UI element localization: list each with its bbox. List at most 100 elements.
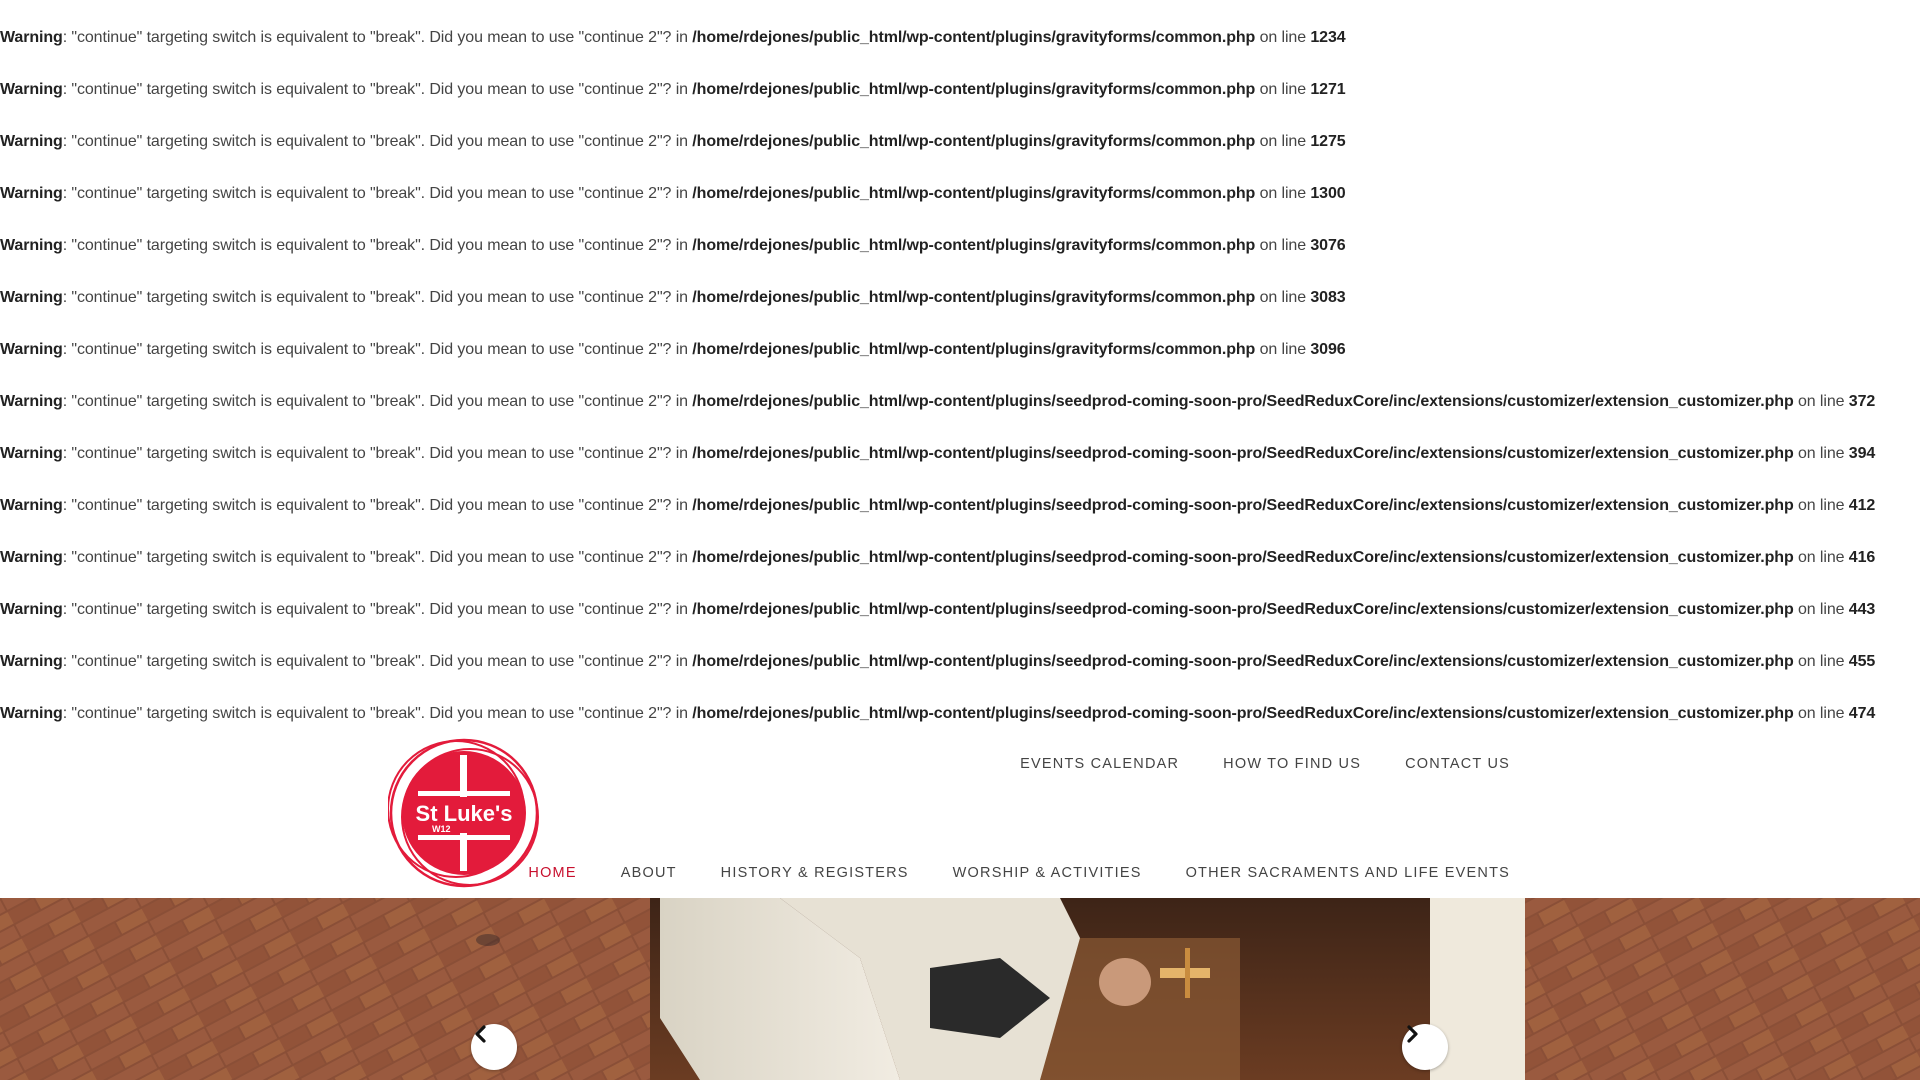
warning-line-number: 372 [1848,393,1876,410]
warning-message: : "continue" targeting switch is equival… [62,705,693,722]
warning-line-number: 1271 [1310,81,1346,98]
nav-other-sacraments[interactable]: OTHER SACRAMENTS AND LIFE EVENTS [1186,865,1510,881]
warning-file-path: /home/rdejones/public_html/wp-content/pl… [692,653,1794,670]
warning-on-line: on line [1793,601,1849,618]
warning-file-path: /home/rdejones/public_html/wp-content/pl… [692,549,1794,566]
warning-on-line: on line [1255,237,1311,254]
warning-line: Warning: "continue" targeting switch is … [0,182,1920,234]
warning-on-line: on line [1793,653,1849,670]
warning-file-path: /home/rdejones/public_html/wp-content/pl… [692,289,1256,306]
warning-line-number: 474 [1848,705,1876,722]
warning-on-line: on line [1255,133,1311,150]
warning-line: Warning: "continue" targeting switch is … [0,442,1920,494]
nav-contact-us[interactable]: CONTACT US [1405,756,1510,772]
warning-line: Warning: "continue" targeting switch is … [0,130,1920,182]
warning-line-number: 416 [1848,549,1876,566]
warning-message: : "continue" targeting switch is equival… [62,81,693,98]
warning-label: Warning [0,29,63,46]
warning-line-number: 412 [1848,497,1876,514]
warning-message: : "continue" targeting switch is equival… [62,185,693,202]
warning-on-line: on line [1255,341,1311,358]
warning-on-line: on line [1793,705,1849,722]
warning-line: Warning: "continue" targeting switch is … [0,650,1920,702]
warning-on-line: on line [1255,81,1311,98]
warning-message: : "continue" targeting switch is equival… [62,497,693,514]
warning-file-path: /home/rdejones/public_html/wp-content/pl… [692,341,1256,358]
nav-worship-activities[interactable]: WORSHIP & ACTIVITIES [953,865,1142,881]
nav-home[interactable]: HOME [528,865,576,881]
warning-message: : "continue" targeting switch is equival… [62,445,693,462]
st-lukes-logo-icon: St Luke's W12 [387,738,539,888]
warning-label: Warning [0,653,63,670]
warning-on-line: on line [1793,549,1849,566]
logo-text: St Luke's [416,801,513,826]
hero-slider [0,898,1920,1080]
warning-message: : "continue" targeting switch is equival… [62,133,693,150]
nav-about[interactable]: ABOUT [621,865,677,881]
warning-message: : "continue" targeting switch is equival… [62,601,693,618]
warning-line: Warning: "continue" targeting switch is … [0,234,1920,286]
warning-file-path: /home/rdejones/public_html/wp-content/pl… [692,497,1794,514]
warning-line: Warning: "continue" targeting switch is … [0,494,1920,546]
warning-message: : "continue" targeting switch is equival… [62,237,693,254]
warning-label: Warning [0,185,63,202]
warning-line: Warning: "continue" targeting switch is … [0,286,1920,338]
site-header: St Luke's W12 EVENTS CALENDAR HOW TO FIN… [0,728,1920,898]
nav-how-to-find-us[interactable]: HOW TO FIND US [1223,756,1361,772]
primary-nav: HOME ABOUT HISTORY & REGISTERS WORSHIP &… [528,865,1510,881]
warning-message: : "continue" targeting switch is equival… [62,341,693,358]
warning-on-line: on line [1255,29,1311,46]
warning-line: Warning: "continue" targeting switch is … [0,26,1920,78]
warning-label: Warning [0,289,63,306]
slider-next-button[interactable] [1402,1024,1448,1070]
warning-file-path: /home/rdejones/public_html/wp-content/pl… [692,29,1256,46]
warning-line-number: 1300 [1310,185,1346,202]
warning-label: Warning [0,705,63,722]
warning-on-line: on line [1793,497,1849,514]
warning-on-line: on line [1255,185,1311,202]
warning-file-path: /home/rdejones/public_html/wp-content/pl… [692,81,1256,98]
site-logo[interactable]: St Luke's W12 [387,737,540,889]
warning-file-path: /home/rdejones/public_html/wp-content/pl… [692,185,1256,202]
warning-label: Warning [0,133,63,150]
warning-label: Warning [0,601,63,618]
warning-line-number: 3076 [1310,237,1346,254]
warning-label: Warning [0,549,63,566]
warning-file-path: /home/rdejones/public_html/wp-content/pl… [692,445,1794,462]
warning-line: Warning: "continue" targeting switch is … [0,338,1920,390]
warning-line: Warning: "continue" targeting switch is … [0,390,1920,442]
warning-on-line: on line [1793,393,1849,410]
warning-line-number: 455 [1848,653,1876,670]
chevron-right-icon [1407,1025,1418,1043]
warning-line: Warning: "continue" targeting switch is … [0,78,1920,130]
warning-line-number: 1234 [1310,29,1346,46]
warning-label: Warning [0,341,63,358]
hero-image [0,898,1920,1080]
warning-message: : "continue" targeting switch is equival… [62,549,693,566]
warning-message: : "continue" targeting switch is equival… [62,393,693,410]
warning-line-number: 394 [1848,445,1876,462]
warning-file-path: /home/rdejones/public_html/wp-content/pl… [692,705,1794,722]
warning-line-number: 443 [1848,601,1876,618]
nav-events-calendar[interactable]: EVENTS CALENDAR [1020,756,1179,772]
warning-file-path: /home/rdejones/public_html/wp-content/pl… [692,601,1794,618]
warning-label: Warning [0,237,63,254]
warning-on-line: on line [1793,445,1849,462]
warning-line-number: 1275 [1310,133,1346,150]
warning-label: Warning [0,81,63,98]
warning-message: : "continue" targeting switch is equival… [62,653,693,670]
warning-line-number: 3083 [1310,289,1346,306]
warning-file-path: /home/rdejones/public_html/wp-content/pl… [692,393,1794,410]
warning-message: : "continue" targeting switch is equival… [62,29,693,46]
warning-line: Warning: "continue" targeting switch is … [0,598,1920,650]
warning-label: Warning [0,393,63,410]
nav-history-registers[interactable]: HISTORY & REGISTERS [721,865,909,881]
warning-file-path: /home/rdejones/public_html/wp-content/pl… [692,237,1256,254]
secondary-nav: EVENTS CALENDAR HOW TO FIND US CONTACT U… [1020,756,1510,772]
slider-prev-button[interactable] [471,1024,517,1070]
warning-message: : "continue" targeting switch is equival… [62,289,693,306]
chevron-left-icon [475,1025,486,1043]
warning-on-line: on line [1255,289,1311,306]
warning-line: Warning: "continue" targeting switch is … [0,546,1920,598]
warning-label: Warning [0,445,63,462]
